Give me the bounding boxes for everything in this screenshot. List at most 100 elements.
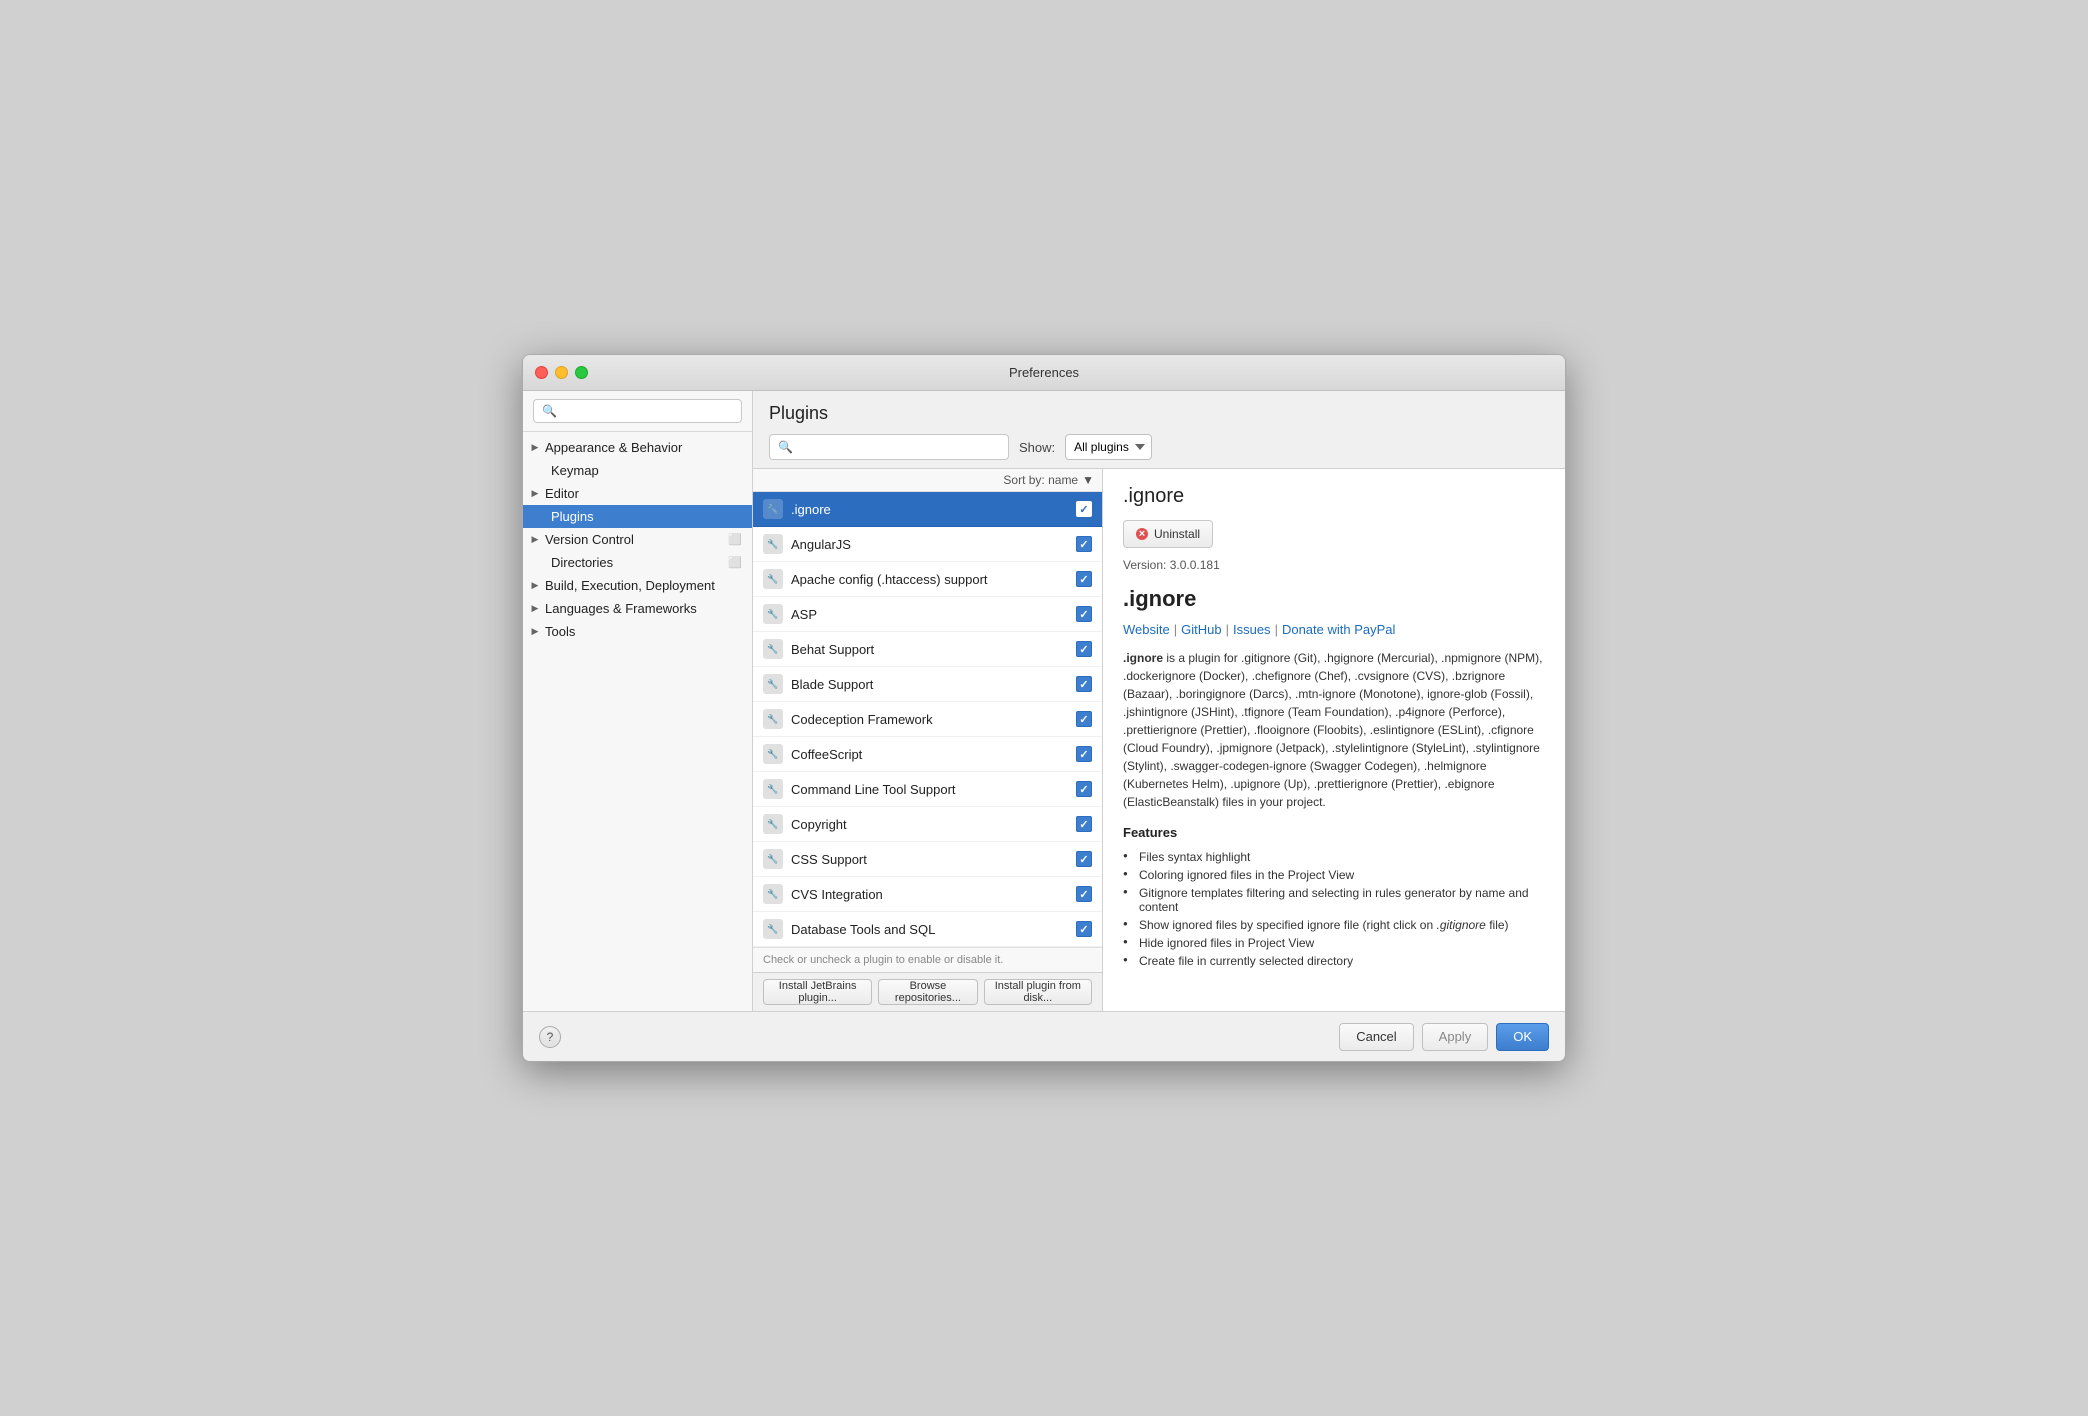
- feature-item: Show ignored files by specified ignore f…: [1123, 916, 1545, 934]
- plugin-item[interactable]: 🔧 Codeception Framework: [753, 702, 1102, 737]
- plugin-item[interactable]: 🔧 Command Line Tool Support: [753, 772, 1102, 807]
- sidebar-item-label: Keymap: [551, 463, 742, 478]
- detail-actions: Uninstall: [1123, 520, 1545, 548]
- link-separator: |: [1275, 622, 1278, 637]
- main-content: Plugins Show: All plugins Sort by: name …: [753, 391, 1565, 1011]
- sidebar-item-directories[interactable]: Directories ⬜: [523, 551, 752, 574]
- detail-title: .ignore: [1123, 485, 1545, 508]
- chevron-right-icon: ▶: [529, 488, 541, 500]
- plugin-item[interactable]: 🔧 AngularJS: [753, 527, 1102, 562]
- plugin-checkbox[interactable]: [1076, 711, 1092, 727]
- plugin-checkbox[interactable]: [1076, 851, 1092, 867]
- link-separator: |: [1174, 622, 1177, 637]
- sort-button[interactable]: Sort by: name ▼: [1003, 473, 1094, 487]
- sidebar-item-keymap[interactable]: Keymap: [523, 459, 752, 482]
- sidebar-item-languages[interactable]: ▶ Languages & Frameworks: [523, 597, 752, 620]
- plugin-checkbox[interactable]: [1076, 781, 1092, 797]
- sidebar-item-editor[interactable]: ▶ Editor: [523, 482, 752, 505]
- plugin-list-actions: Install JetBrains plugin... Browse repos…: [753, 972, 1102, 1011]
- plugin-icon: 🔧: [763, 604, 783, 624]
- feature-item: Gitignore templates filtering and select…: [1123, 884, 1545, 916]
- chevron-right-icon: ▶: [529, 534, 541, 546]
- uninstall-label: Uninstall: [1154, 527, 1200, 541]
- sidebar-item-build[interactable]: ▶ Build, Execution, Deployment: [523, 574, 752, 597]
- plugin-icon: 🔧: [763, 884, 783, 904]
- maximize-button[interactable]: [575, 366, 588, 379]
- plugin-search-input[interactable]: [769, 434, 1009, 460]
- ok-button[interactable]: OK: [1496, 1023, 1549, 1051]
- plugin-checkbox[interactable]: [1076, 676, 1092, 692]
- plugin-name: .ignore: [791, 502, 1068, 517]
- sidebar-search-input[interactable]: [533, 399, 742, 423]
- apply-button[interactable]: Apply: [1422, 1023, 1489, 1051]
- install-from-disk-button[interactable]: Install plugin from disk...: [984, 979, 1092, 1005]
- minimize-button[interactable]: [555, 366, 568, 379]
- plugin-item[interactable]: 🔧 Behat Support: [753, 632, 1102, 667]
- plugin-name: CoffeeScript: [791, 747, 1068, 762]
- plugin-list-footer: Check or uncheck a plugin to enable or d…: [753, 947, 1102, 972]
- plugin-item[interactable]: 🔧 Copyright: [753, 807, 1102, 842]
- help-button[interactable]: ?: [539, 1026, 561, 1048]
- plugin-item[interactable]: 🔧 CSS Support: [753, 842, 1102, 877]
- plugin-item[interactable]: 🔧 Blade Support: [753, 667, 1102, 702]
- close-button[interactable]: [535, 366, 548, 379]
- sidebar: ▶ Appearance & Behavior Keymap ▶ Editor …: [523, 391, 753, 1011]
- window-title: Preferences: [1009, 365, 1079, 380]
- main-layout: ▶ Appearance & Behavior Keymap ▶ Editor …: [523, 391, 1565, 1011]
- sidebar-item-plugins[interactable]: Plugins: [523, 505, 752, 528]
- plugin-checkbox[interactable]: [1076, 816, 1092, 832]
- plugin-item[interactable]: 🔧 ASP: [753, 597, 1102, 632]
- chevron-right-icon: ▶: [529, 603, 541, 615]
- plugin-checkbox[interactable]: [1076, 606, 1092, 622]
- plugin-checkbox[interactable]: [1076, 571, 1092, 587]
- plugin-name: Blade Support: [791, 677, 1068, 692]
- titlebar: Preferences: [523, 355, 1565, 391]
- chevron-right-icon: ▶: [529, 580, 541, 592]
- donate-link[interactable]: Donate with PayPal: [1282, 622, 1395, 637]
- plugin-name: ASP: [791, 607, 1068, 622]
- detail-version: Version: 3.0.0.181: [1123, 558, 1545, 572]
- sort-chevron-icon: ▼: [1082, 473, 1094, 487]
- plugin-checkbox[interactable]: [1076, 641, 1092, 657]
- plugins-panel: Sort by: name ▼ 🔧 .ignore �: [753, 469, 1565, 1011]
- install-jetbrains-button[interactable]: Install JetBrains plugin...: [763, 979, 872, 1005]
- sidebar-items-list: ▶ Appearance & Behavior Keymap ▶ Editor …: [523, 432, 752, 1011]
- plugin-icon: 🔧: [763, 639, 783, 659]
- plugin-item[interactable]: 🔧 .ignore: [753, 492, 1102, 527]
- plugin-item[interactable]: 🔧 Database Tools and SQL: [753, 912, 1102, 947]
- show-select[interactable]: All plugins: [1065, 434, 1152, 460]
- plugin-checkbox[interactable]: [1076, 501, 1092, 517]
- plugin-icon: 🔧: [763, 534, 783, 554]
- plugin-checkbox[interactable]: [1076, 746, 1092, 762]
- detail-links: Website | GitHub | Issues | Donate with …: [1123, 622, 1545, 637]
- plugin-icon: 🔧: [763, 569, 783, 589]
- sidebar-item-label: Build, Execution, Deployment: [545, 578, 742, 593]
- plugin-item[interactable]: 🔧 CoffeeScript: [753, 737, 1102, 772]
- issues-link[interactable]: Issues: [1233, 622, 1271, 637]
- github-link[interactable]: GitHub: [1181, 622, 1221, 637]
- plugin-item[interactable]: 🔧 CVS Integration: [753, 877, 1102, 912]
- browse-repositories-button[interactable]: Browse repositories...: [878, 979, 977, 1005]
- plugin-checkbox[interactable]: [1076, 536, 1092, 552]
- feature-item: Hide ignored files in Project View: [1123, 934, 1545, 952]
- detail-name: .ignore: [1123, 586, 1545, 612]
- website-link[interactable]: Website: [1123, 622, 1170, 637]
- sidebar-item-label: Appearance & Behavior: [545, 440, 742, 455]
- link-separator: |: [1226, 622, 1229, 637]
- plugin-icon: 🔧: [763, 499, 783, 519]
- uninstall-button[interactable]: Uninstall: [1123, 520, 1213, 548]
- sidebar-item-tools[interactable]: ▶ Tools: [523, 620, 752, 643]
- plugin-icon: 🔧: [763, 709, 783, 729]
- cancel-button[interactable]: Cancel: [1339, 1023, 1413, 1051]
- plugin-checkbox[interactable]: [1076, 886, 1092, 902]
- sidebar-item-appearance[interactable]: ▶ Appearance & Behavior: [523, 436, 752, 459]
- plugin-name: Database Tools and SQL: [791, 922, 1068, 937]
- sort-label: Sort by: name: [1003, 473, 1078, 487]
- plugin-checkbox[interactable]: [1076, 921, 1092, 937]
- plugin-item[interactable]: 🔧 Apache config (.htaccess) support: [753, 562, 1102, 597]
- plugin-list: 🔧 .ignore 🔧 AngularJS 🔧: [753, 492, 1102, 947]
- detail-description: .ignore is a plugin for .gitignore (Git)…: [1123, 649, 1545, 811]
- sidebar-item-version-control[interactable]: ▶ Version Control ⬜: [523, 528, 752, 551]
- help-section: ?: [539, 1026, 561, 1048]
- plugin-name-bold: .ignore: [1123, 651, 1163, 665]
